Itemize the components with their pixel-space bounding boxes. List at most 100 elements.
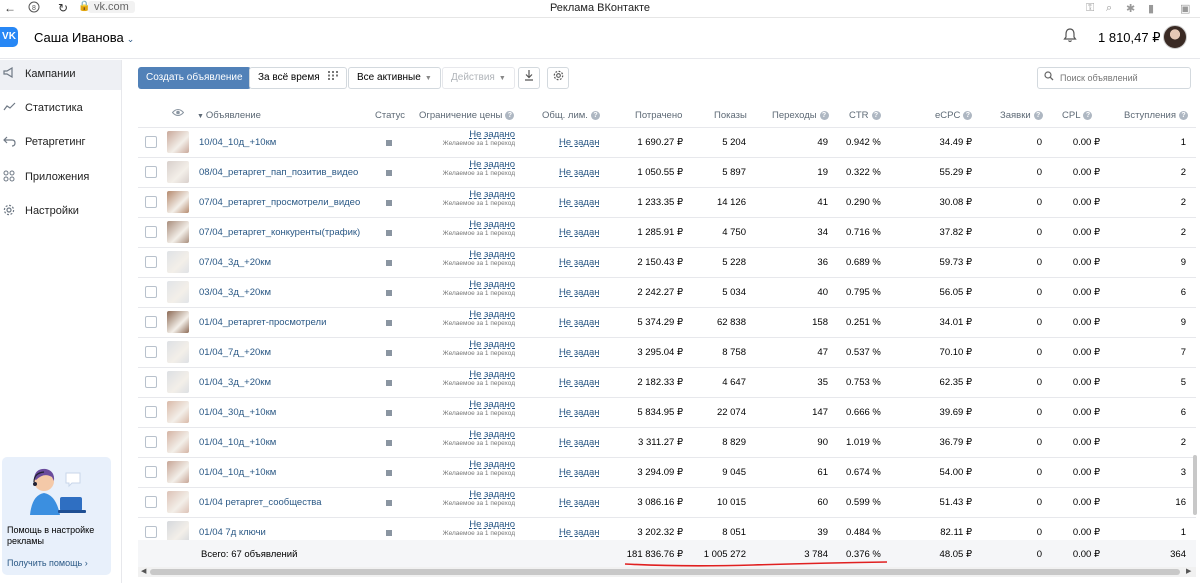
horizontal-scroll-thumb[interactable] [150,569,1180,575]
row-checkbox[interactable] [145,286,157,298]
total-limit-link[interactable]: Не задан [559,257,600,268]
ad-thumbnail[interactable] [167,311,189,333]
sidebar-item-campaigns[interactable]: Кампании [0,60,121,90]
column-cpl[interactable]: CPL? [1062,110,1093,121]
ad-name-link[interactable]: 01/04_3д_+20км [199,377,271,388]
ad-thumbnail[interactable] [167,341,189,363]
status-indicator[interactable] [386,410,392,416]
row-checkbox[interactable] [145,226,157,238]
total-limit-link[interactable]: Не задан [559,407,600,418]
get-help-link[interactable]: Получить помощь › [7,558,88,568]
ad-thumbnail[interactable] [167,401,189,423]
key-icon[interactable]: ⚿ [1086,2,1094,15]
ad-thumbnail[interactable] [167,251,189,273]
help-icon[interactable]: ? [590,111,600,120]
price-limit[interactable]: Не задано Желаемое за 1 переход [433,369,515,388]
price-limit-value[interactable]: Не задано [433,249,515,260]
extension-puzzle-icon[interactable]: ✱ [1126,2,1135,15]
price-limit-value[interactable]: Не задано [433,189,515,200]
row-checkbox[interactable] [145,376,157,388]
ad-name-link[interactable]: 07/04_ретаргет_просмотрели_видео [199,197,360,208]
column-ad[interactable]: ▼ Объявление [197,110,261,121]
row-checkbox[interactable] [145,346,157,358]
ad-thumbnail[interactable] [167,131,189,153]
status-indicator[interactable] [386,230,392,236]
price-limit[interactable]: Не задано Желаемое за 1 переход [433,429,515,448]
eye-icon[interactable] [171,108,185,120]
total-limit-link[interactable]: Не задан [559,167,600,178]
price-limit[interactable]: Не задано Желаемое за 1 переход [433,279,515,298]
price-limit-value[interactable]: Не задано [433,369,515,380]
status-indicator[interactable] [386,380,392,386]
status-indicator[interactable] [386,200,392,206]
table-settings-button[interactable] [547,67,569,89]
total-limit-link[interactable]: Не задан [559,317,600,328]
collections-icon[interactable]: ▣ [1180,2,1190,15]
row-checkbox[interactable] [145,466,157,478]
column-ctr[interactable]: CTR? [849,110,881,121]
scroll-right-icon[interactable]: ▶ [1186,567,1191,575]
ad-thumbnail[interactable] [167,191,189,213]
table-row[interactable]: 01/04_10д_+10км Не задано Желаемое за 1 пе… [138,428,1196,458]
ad-thumbnail[interactable] [167,281,189,303]
total-limit-link[interactable]: Не задан [559,287,600,298]
column-total-limit[interactable]: Общ. лим.? [542,110,600,121]
ad-name-link[interactable]: 01/04_10д_+10км [199,437,276,448]
table-row[interactable]: 01/04 ретаргет_сообщества Не задано Желаем… [138,488,1196,518]
ad-name-link[interactable]: 10/04_10д_+10км [199,137,276,148]
scroll-left-icon[interactable]: ◀ [141,567,146,575]
status-indicator[interactable] [386,530,392,536]
price-limit[interactable]: Не задано Желаемое за 1 переход [433,219,515,238]
ad-name-link[interactable]: 01/04_ретаргет-просмотрели [199,317,326,328]
price-limit-value[interactable]: Не задано [433,279,515,290]
search-input[interactable] [1060,70,1186,86]
column-status[interactable]: Статус [375,110,405,121]
column-spent[interactable]: Потрачено [635,110,682,121]
sidebar-item-apps[interactable]: Приложения [0,163,121,193]
actions-dropdown[interactable]: Действия ▼ [442,67,515,89]
status-indicator[interactable] [386,290,392,296]
table-row[interactable]: 08/04_ретаргет_пап_позитив_видео Не задан… [138,158,1196,188]
price-limit-value[interactable]: Не задано [433,219,515,230]
price-limit[interactable]: Не задано Желаемое за 1 переход [433,129,515,148]
price-limit[interactable]: Не задано Желаемое за 1 переход [433,399,515,418]
avatar[interactable] [1163,25,1187,49]
ad-name-link[interactable]: 01/04 7д ключи [199,527,266,538]
column-joins[interactable]: Вступления? [1124,110,1188,121]
help-icon[interactable]: ? [1033,111,1043,120]
bell-icon[interactable] [1063,28,1077,47]
status-indicator[interactable] [386,170,392,176]
row-checkbox[interactable] [145,436,157,448]
status-indicator[interactable] [386,140,392,146]
table-row[interactable]: 01/04_ретаргет-просмотрели Не задано Желае… [138,308,1196,338]
ad-name-link[interactable]: 01/04 ретаргет_сообщества [199,497,322,508]
price-limit[interactable]: Не задано Желаемое за 1 переход [433,489,515,508]
sidebar-item-retargeting[interactable]: Ретаргетинг [0,128,121,158]
row-checkbox[interactable] [145,316,157,328]
status-indicator[interactable] [386,470,392,476]
row-checkbox[interactable] [145,496,157,508]
table-row[interactable]: 01/04_3д_+20км Не задано Желаемое за 1 пер… [138,368,1196,398]
ad-thumbnail[interactable] [167,491,189,513]
ad-thumbnail[interactable] [167,461,189,483]
row-checkbox[interactable] [145,256,157,268]
price-limit[interactable]: Не задано Желаемое за 1 переход [433,189,515,208]
total-limit-link[interactable]: Не задан [559,497,600,508]
price-limit[interactable]: Не задано Желаемое за 1 переход [433,309,515,328]
ad-name-link[interactable]: 03/04_3д_+20км [199,287,271,298]
price-limit-value[interactable]: Не задано [433,309,515,320]
price-limit-value[interactable]: Не задано [433,339,515,350]
price-limit-value[interactable]: Не задано [433,519,515,530]
create-ad-button[interactable]: Создать объявление [138,67,251,89]
table-row[interactable]: 07/04_ретаргет_конкуренты(трафик) Не зада… [138,218,1196,248]
total-limit-link[interactable]: Не задан [559,467,600,478]
help-icon[interactable]: ? [1083,111,1093,120]
column-clicks[interactable]: Переходы? [772,110,829,121]
ad-thumbnail[interactable] [167,221,189,243]
help-icon[interactable]: ? [871,111,881,120]
price-limit[interactable]: Не задано Желаемое за 1 переход [433,249,515,268]
sidebar-item-statistics[interactable]: Статистика [0,94,121,124]
row-checkbox[interactable] [145,526,157,538]
status-indicator[interactable] [386,500,392,506]
price-limit[interactable]: Не задано Желаемое за 1 переход [433,159,515,178]
